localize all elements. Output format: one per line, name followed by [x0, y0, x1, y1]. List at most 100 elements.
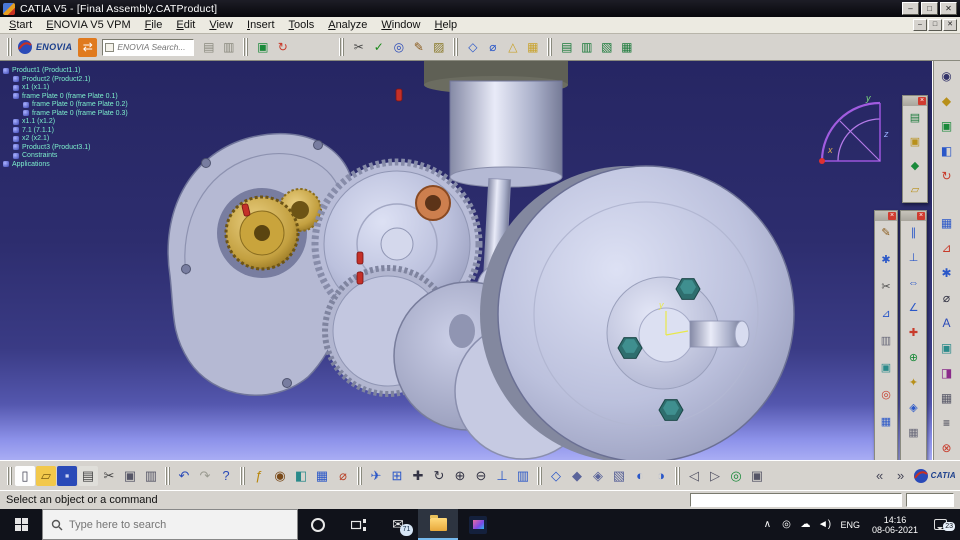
update-icon[interactable]: ↻	[937, 166, 957, 186]
zoom-area-icon[interactable]: ◎	[877, 386, 895, 404]
panel-title-bar[interactable]: ×	[901, 211, 926, 221]
new-window-icon[interactable]: ▣	[253, 38, 272, 57]
tree-item[interactable]: frame Plate 0 (frame Plate 0.1)	[3, 93, 128, 100]
enovia-search-input[interactable]	[117, 42, 192, 52]
components-icon[interactable]: ▧	[597, 38, 616, 57]
save-icon[interactable]: ▪	[57, 465, 77, 486]
quick-constraint-icon[interactable]: ✦	[905, 374, 923, 392]
doc-restore-button[interactable]: □	[928, 19, 942, 31]
enovia-search-scope-icon[interactable]	[105, 42, 115, 52]
offset-constraint-icon[interactable]: ⇔	[905, 274, 923, 292]
toolbar-grip[interactable]	[453, 38, 459, 56]
fix-constraint-icon[interactable]: ✚	[905, 324, 923, 342]
pencil-icon[interactable]: ✎	[409, 38, 428, 57]
scan-icon[interactable]: ≡	[937, 413, 957, 433]
annotation-icon[interactable]: A	[937, 313, 957, 333]
render-style-icon[interactable]: ▧	[609, 466, 629, 486]
sketch-icon[interactable]: ✎	[877, 224, 895, 242]
library-icon[interactable]: ▥	[577, 38, 596, 57]
mail-app-button[interactable]: ✉ 71	[378, 509, 418, 540]
paint-all-icon[interactable]: ◆	[937, 91, 957, 111]
contact-constraint-icon[interactable]: ⊥	[905, 249, 923, 267]
knowledge-browser-icon[interactable]: ◉	[270, 466, 290, 486]
enovia-clipboard-icon[interactable]: ▥	[219, 38, 238, 57]
menu-insert[interactable]: Insert	[240, 18, 282, 32]
multi-view-icon[interactable]: ▥	[513, 466, 533, 486]
panel-title-bar[interactable]: ×	[875, 211, 897, 221]
what-is-this-icon[interactable]: ?	[216, 466, 236, 486]
tree-item[interactable]: Applications	[3, 161, 128, 168]
toolbar-grip[interactable]	[243, 38, 249, 56]
minimize-button[interactable]: –	[902, 2, 919, 15]
apply-material-icon[interactable]: ◧	[291, 466, 311, 486]
close-panel-icon[interactable]: ×	[917, 212, 925, 220]
start-button[interactable]	[0, 509, 42, 540]
menu-enovia-v5-vpm[interactable]: ENOVIA V5 VPM	[39, 18, 137, 32]
material-dock-icon[interactable]: ◧	[937, 141, 957, 161]
grid-dock-icon[interactable]: ▦	[937, 388, 957, 408]
media-app-button[interactable]	[458, 509, 498, 540]
change-constraint-icon[interactable]: ▦	[905, 424, 923, 442]
language-indicator[interactable]: ENG	[834, 520, 866, 530]
fly-mode-icon[interactable]: ✈	[366, 466, 386, 486]
datum-icon[interactable]: ⌀	[333, 466, 353, 486]
hide-show-icon[interactable]: ◐	[630, 466, 650, 486]
menu-help[interactable]: Help	[428, 18, 465, 32]
fit-all-in-icon[interactable]: ⊞	[387, 466, 407, 486]
enovia-transfer-icon[interactable]: ⇄	[78, 37, 98, 57]
zoom-in-icon[interactable]: ⊕	[450, 466, 470, 486]
tree-item[interactable]: x1 (x1.1)	[3, 84, 128, 91]
catalog-icon[interactable]: ▤	[557, 38, 576, 57]
measure-inertia-icon[interactable]: ▦	[523, 38, 542, 57]
titlebar[interactable]: CATIA V5 - [Final Assembly.CATProduct] –…	[0, 0, 960, 17]
menu-tools[interactable]: Tools	[282, 18, 322, 32]
catalog-browser-icon[interactable]: ▤	[906, 109, 924, 127]
undo-icon[interactable]: ↶	[174, 466, 194, 486]
doc-minimize-button[interactable]: –	[913, 19, 927, 31]
task-view-button[interactable]	[338, 509, 378, 540]
capture-icon[interactable]: ▣	[747, 466, 767, 486]
parts-browser-icon[interactable]: ▣	[906, 133, 924, 151]
hidden-icons-chevron-icon[interactable]: ∧	[758, 514, 776, 536]
tree-item[interactable]: Product1 (Product1.1)	[3, 67, 128, 74]
redo-icon[interactable]: ↷	[195, 466, 215, 486]
copy-icon[interactable]: ▣	[120, 466, 140, 486]
cut-icon[interactable]: ✂	[99, 466, 119, 486]
3d-viewport[interactable]: y y z x Product1 (Product1.1) Product2 (P…	[0, 61, 932, 460]
section-icon[interactable]: ◨	[937, 363, 957, 383]
close-panel-icon[interactable]: ×	[918, 97, 926, 105]
view-compass[interactable]: y z x	[819, 93, 889, 164]
toolbar-grip[interactable]	[7, 38, 12, 56]
tree-item[interactable]: Product2 (Product2.1)	[3, 76, 128, 83]
3d-model[interactable]: y y z x	[0, 61, 932, 460]
compass-free-rotation-handle[interactable]	[819, 158, 825, 164]
normal-view-icon[interactable]: ⊥	[492, 466, 512, 486]
taskbar-search[interactable]	[42, 509, 298, 540]
print-icon[interactable]: ▤	[78, 465, 98, 486]
menu-analyze[interactable]: Analyze	[321, 18, 374, 32]
search-lens-icon[interactable]: ◎	[389, 38, 408, 57]
onedrive-icon[interactable]: ☁	[796, 514, 814, 536]
menu-edit[interactable]: Edit	[169, 18, 202, 32]
next-view-icon[interactable]: ▷	[705, 466, 725, 486]
publications-icon[interactable]: ▦	[617, 38, 636, 57]
menu-view[interactable]: View	[202, 18, 240, 32]
toolbar-scroll-left-icon[interactable]: «	[870, 466, 890, 486]
magnifier-icon[interactable]: ◎	[726, 466, 746, 486]
cortana-button[interactable]	[298, 509, 338, 540]
eye-icon[interactable]: ◉	[937, 66, 957, 86]
doc-close-button[interactable]: ✕	[943, 19, 957, 31]
spell-check-icon[interactable]: ✓	[369, 38, 388, 57]
save-management-icon[interactable]: ◆	[906, 157, 924, 175]
toolbar-grip[interactable]	[7, 466, 12, 485]
exit-workbench-icon[interactable]: ⊗	[937, 438, 957, 458]
tree-item[interactable]: frame Plate 0 (frame Plate 0.3)	[3, 110, 128, 117]
design-table-icon[interactable]: ▦	[877, 413, 895, 431]
volume-icon[interactable]: ◄)	[815, 514, 833, 536]
close-panel-icon[interactable]: ×	[888, 212, 896, 220]
iso-view-icon[interactable]: ◇	[546, 466, 566, 486]
gear-design-icon[interactable]: ✱	[877, 251, 895, 269]
pan-icon[interactable]: ✚	[408, 466, 428, 486]
new-document-icon[interactable]: ▯	[15, 465, 35, 486]
paste-from-enovia-icon[interactable]: ▤	[199, 38, 218, 57]
